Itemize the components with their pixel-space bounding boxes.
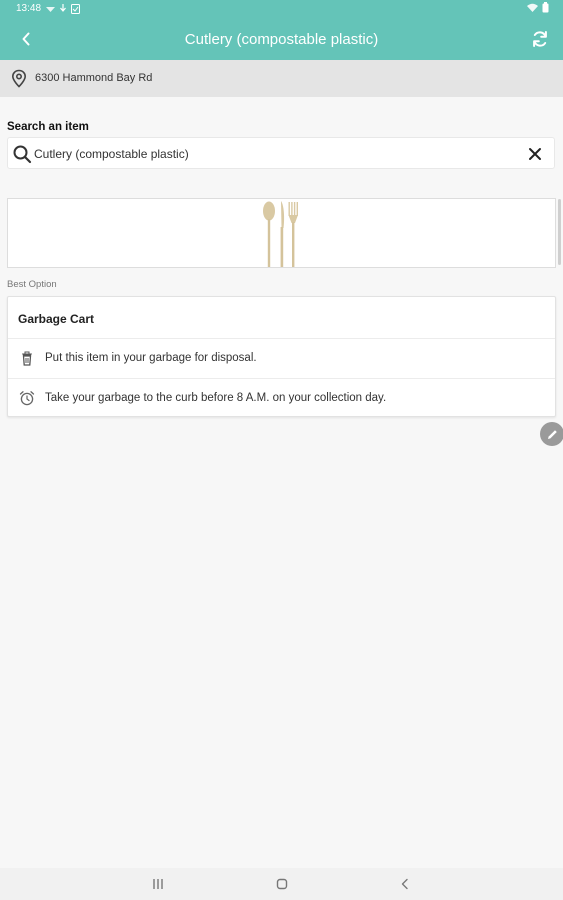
address-text: 6300 Hammond Bay Rd <box>35 72 153 84</box>
nav-back-icon[interactable] <box>398 877 412 891</box>
cutlery-image <box>263 201 298 267</box>
divider <box>8 338 555 339</box>
scroll-indicator <box>558 199 561 265</box>
battery-icon <box>542 2 549 13</box>
app-notification-icon <box>71 3 81 14</box>
garbage-bin-icon <box>22 351 32 366</box>
wifi-icon <box>527 3 538 12</box>
option-row-text: Take your garbage to the curb before 8 A… <box>45 392 387 404</box>
home-icon[interactable] <box>275 877 289 891</box>
location-pin-icon <box>11 69 27 88</box>
item-image-card <box>7 198 556 268</box>
search-icon <box>13 145 32 164</box>
best-option-card: Garbage Cart Put this item in your garba… <box>7 296 556 417</box>
status-right <box>527 2 549 13</box>
alarm-clock-icon <box>19 391 35 406</box>
best-option-label: Best Option <box>7 279 57 290</box>
address-bar[interactable]: 6300 Hammond Bay Rd <box>0 60 563 97</box>
app-bar: Cutlery (compostable plastic) <box>0 18 563 60</box>
close-icon[interactable] <box>526 145 544 163</box>
status-left: 13:48 <box>16 3 81 14</box>
refresh-icon[interactable] <box>527 26 553 52</box>
search-value[interactable]: Cutlery (compostable plastic) <box>34 147 189 161</box>
download-icon <box>60 4 66 12</box>
option-row-text: Put this item in your garbage for dispos… <box>45 352 257 364</box>
system-nav-bar <box>0 868 563 900</box>
page-title: Cutlery (compostable plastic) <box>184 31 379 48</box>
option-title: Garbage Cart <box>18 312 95 326</box>
search-input[interactable]: Cutlery (compostable plastic) <box>7 137 555 169</box>
recent-apps-icon[interactable] <box>151 877 165 891</box>
notification-icon <box>46 6 56 12</box>
status-time: 13:48 <box>16 3 42 14</box>
divider <box>8 378 555 379</box>
search-label: Search an item <box>7 121 89 133</box>
pencil-icon[interactable] <box>540 422 563 446</box>
status-bar: 13:48 <box>0 0 563 18</box>
